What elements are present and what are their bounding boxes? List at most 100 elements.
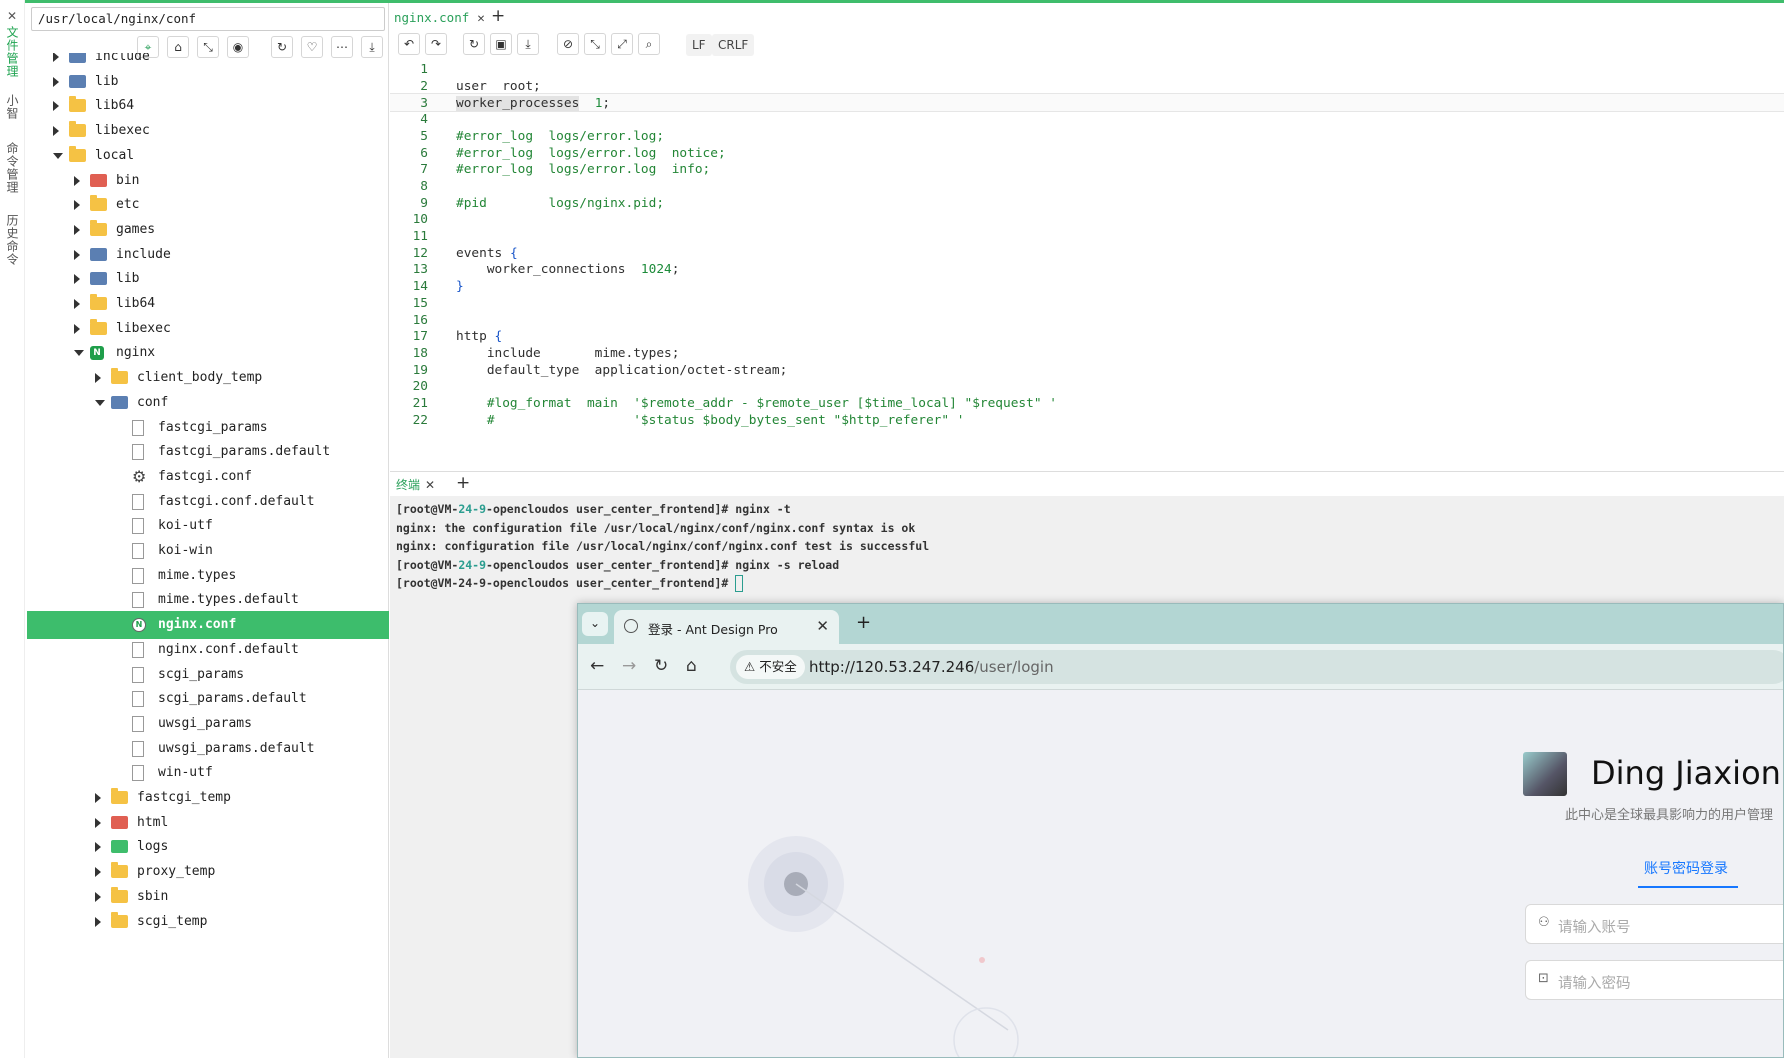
tree-item-label: fastcgi_params.default	[158, 444, 331, 460]
caret-right-icon[interactable]	[74, 274, 80, 285]
not-secure-chip[interactable]: ⚠ 不安全	[736, 655, 805, 679]
tree-item-label: scgi_params.default	[158, 691, 307, 707]
tab-search-dropdown-icon[interactable]: ⌄	[582, 612, 608, 636]
redo-icon[interactable]: ↷	[425, 33, 447, 55]
caret-down-icon[interactable]	[53, 152, 63, 159]
folder-icon	[111, 368, 128, 385]
caret-right-icon[interactable]	[53, 76, 59, 87]
caret-right-icon[interactable]	[53, 126, 59, 137]
address-bar[interactable]: ⚠ 不安全 http://120.53.247.246/user/login	[730, 650, 1783, 684]
caret-right-icon[interactable]	[74, 249, 80, 260]
path-input[interactable]: /usr/local/nginx/conf	[31, 7, 385, 31]
caret-down-icon[interactable]	[95, 399, 105, 406]
editor-toolbar: ↶ ↷ ↻ ▣ ⤓ ⊘ ⤡ ⤢ ⌕ LF CRLF	[390, 32, 1784, 60]
compass-icon[interactable]: ⊘	[557, 33, 579, 55]
close-icon[interactable]: ✕	[477, 10, 485, 25]
close-tab-icon[interactable]: ✕	[816, 617, 829, 635]
caret-right-icon[interactable]	[53, 53, 59, 62]
tree-item-label: lib	[116, 271, 140, 287]
eol-crlf[interactable]: CRLF	[712, 34, 755, 56]
folder-icon	[111, 395, 128, 409]
back-icon[interactable]: ←	[590, 656, 604, 676]
search-icon[interactable]: ⌕	[638, 33, 660, 55]
decorative-lines	[795, 883, 1019, 1057]
url-text[interactable]: http://120.53.247.246/user/login	[809, 658, 1054, 676]
password-field[interactable]: ⊡ 请输入密码	[1525, 960, 1783, 1000]
folder-icon	[69, 74, 86, 88]
tree-item-label: proxy_temp	[137, 864, 216, 880]
undo-icon[interactable]: ↶	[398, 33, 420, 55]
caret-right-icon[interactable]	[95, 373, 101, 384]
caret-right-icon[interactable]	[74, 175, 80, 186]
tree-item-label: lib64	[116, 296, 156, 311]
folder-icon	[90, 294, 107, 310]
line-number: 22	[412, 412, 428, 428]
tree-item-label: conf	[137, 394, 169, 410]
terminal-line: [root@VM-24-9-opencloudos user_center_fr…	[396, 556, 929, 575]
browser-toolbar: ← → ↻ ⌂ ⚠ 不安全 http://120.53.247.246/user…	[578, 644, 1783, 690]
add-terminal-icon[interactable]: +	[456, 473, 470, 493]
tree-item-label: sbin	[137, 888, 169, 904]
editor-tab[interactable]: nginx.conf ✕	[394, 10, 485, 25]
username-placeholder: 请输入账号	[1558, 920, 1631, 936]
caret-right-icon[interactable]	[95, 842, 101, 853]
tree-item-label: lib	[95, 73, 119, 89]
file-icon	[132, 691, 144, 708]
vtab-assistant[interactable]: 小智	[5, 94, 21, 120]
save-icon[interactable]: ▣	[490, 33, 512, 55]
file-icon	[132, 543, 144, 559]
add-tab-icon[interactable]: +	[491, 6, 505, 26]
caret-right-icon[interactable]	[74, 200, 80, 211]
caret-right-icon[interactable]	[53, 101, 59, 112]
caret-down-icon[interactable]	[74, 350, 84, 357]
caret-right-icon[interactable]	[95, 817, 101, 828]
terminal-cursor	[735, 575, 744, 593]
terminal-line: nginx: the configuration file /usr/local…	[396, 519, 929, 538]
page-subtitle: 此中心是全球最具影响力的用户管理	[1565, 808, 1774, 823]
caret-right-icon[interactable]	[74, 299, 80, 309]
vtab-history[interactable]: 历史命令	[5, 214, 21, 266]
caret-right-icon[interactable]	[95, 916, 101, 927]
terminal-text: nginx -s reload	[735, 557, 840, 572]
tree-item-label: koi-utf	[158, 518, 213, 534]
download-icon[interactable]: ⤓	[517, 33, 539, 55]
vtab-command-manager[interactable]: 命令管理	[5, 142, 21, 194]
vtab-file-manager[interactable]: 文件管理	[5, 26, 21, 78]
eol-lf[interactable]: LF	[686, 34, 712, 56]
file-panel: /usr/local/nginx/conf ⌖ ⌂ ⤡ ◉ ↻ ♡ ⋯ ⤓ in…	[27, 3, 389, 1058]
expand-icon[interactable]: ⤢	[611, 33, 633, 55]
terminal-output[interactable]: [root@VM-24-9-opencloudos user_center_fr…	[396, 500, 929, 593]
caret-right-icon[interactable]	[95, 867, 101, 878]
file-icon	[132, 740, 144, 757]
folder-icon	[111, 840, 128, 854]
forward-icon[interactable]: →	[622, 656, 636, 676]
tree-item-label: client_body_temp	[137, 370, 263, 386]
folder-icon	[69, 96, 86, 113]
tree-item-label: etc	[116, 197, 140, 213]
tree-item-label: mime.types	[158, 567, 237, 583]
browser-tab[interactable]: 登录 - Ant Design Pro ✕	[614, 610, 839, 644]
tree-item-label: scgi_temp	[137, 913, 208, 929]
reload-icon[interactable]: ↻	[463, 33, 485, 55]
caret-right-icon[interactable]	[95, 891, 101, 902]
code-line[interactable]: 22 # '$status $body_bytes_sent "$http_re…	[390, 411, 1784, 430]
terminal-tab[interactable]: 终端 ✕	[396, 476, 435, 493]
code-area[interactable]: 1 2 user root; 3 worker_processes 1; 4 5 #error…	[390, 60, 1784, 471]
caret-right-icon[interactable]	[74, 224, 80, 235]
tree-item-label: logs	[137, 839, 169, 855]
caret-right-icon[interactable]	[95, 793, 101, 803]
collapse-icon[interactable]: ⤡	[584, 33, 606, 55]
reload-icon[interactable]: ↻	[654, 656, 668, 676]
tab-account-login[interactable]: 账号密码登录	[1644, 858, 1728, 878]
terminal-text: nginx: the configuration file /usr/local…	[396, 520, 916, 535]
editor-tab-bar: nginx.conf ✕ +	[390, 3, 1784, 33]
close-icon[interactable]: ✕	[425, 478, 435, 492]
folder-row[interactable]: scgi_temp	[27, 908, 389, 936]
home-icon[interactable]: ⌂	[686, 656, 697, 676]
close-icon[interactable]: ✕	[7, 9, 17, 23]
caret-right-icon[interactable]	[74, 323, 80, 334]
folder-icon	[111, 886, 128, 903]
tree-item-label: local	[95, 147, 135, 163]
new-tab-icon[interactable]: +	[856, 612, 871, 633]
username-field[interactable]: ⚇ 请输入账号	[1525, 904, 1783, 944]
